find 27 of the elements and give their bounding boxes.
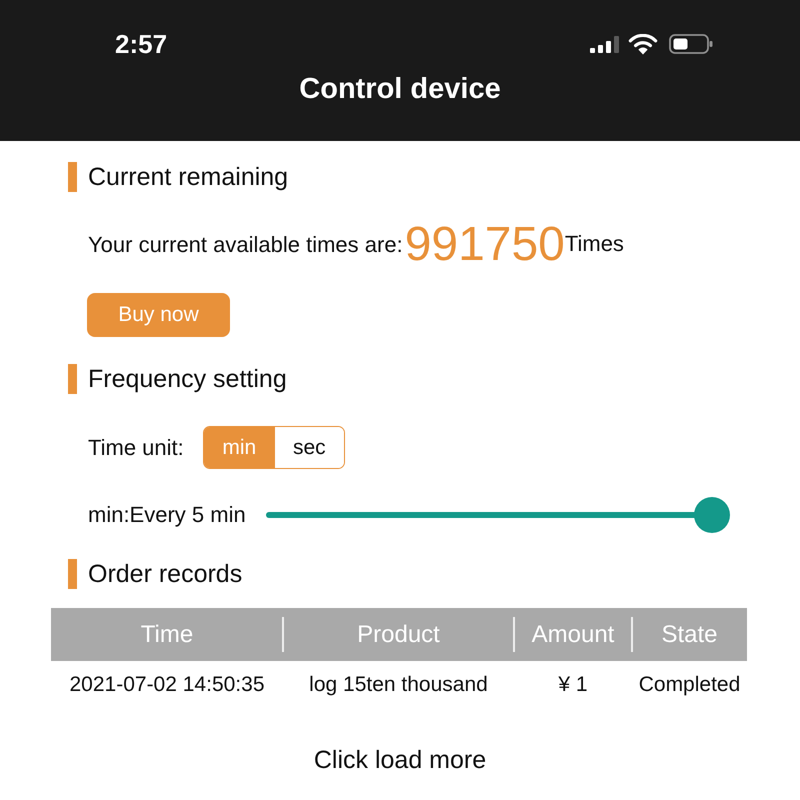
available-times-label: Your current available times are:: [88, 232, 403, 258]
signal-icon: [590, 36, 620, 52]
available-times-count: 991750: [404, 222, 565, 268]
time-unit-label: Time unit:: [88, 434, 184, 460]
interval-label: min:Every 5 min: [88, 502, 246, 528]
table-cell-text: log 15ten thousand: [308, 672, 489, 698]
status-time: 2:57: [115, 28, 168, 61]
section-marker: [68, 364, 77, 394]
battery-icon: [669, 34, 713, 54]
wifi-icon: [628, 34, 658, 54]
section-marker: [68, 559, 77, 589]
screen-title: Control device: [299, 72, 501, 107]
section-marker: [68, 162, 77, 192]
section-title: Order records: [88, 559, 242, 589]
slider-thumb[interactable]: [694, 497, 730, 533]
times-unit-label: Times: [564, 231, 624, 257]
slider-track[interactable]: [266, 497, 730, 533]
table-cell-text: ¥ 1: [557, 672, 589, 698]
section-title: Current remaining: [88, 162, 288, 192]
section-title: Frequency setting: [88, 364, 287, 394]
column-header: Product: [283, 608, 514, 661]
load-more-link[interactable]: Click load more: [314, 745, 486, 775]
table-cell-text: 2021-07-02 14:50:35: [68, 672, 266, 698]
column-header: Time: [140, 620, 194, 650]
table-cell-text: Completed: [638, 672, 742, 698]
column-header: Amount: [514, 608, 632, 661]
column-header: State: [632, 608, 747, 661]
